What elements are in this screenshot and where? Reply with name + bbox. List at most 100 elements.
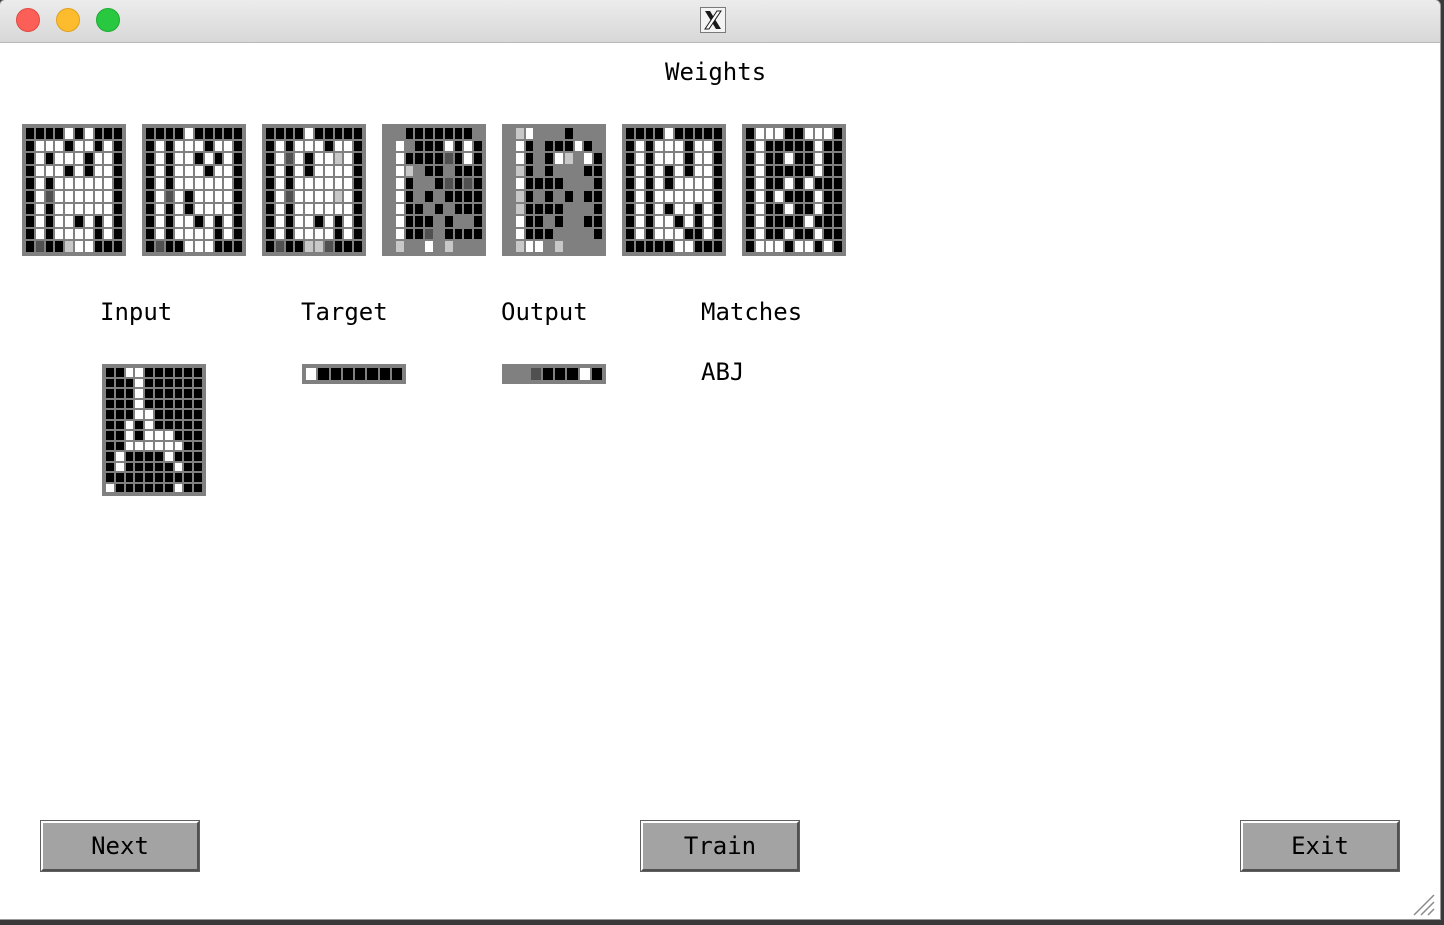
weight-cell [305, 165, 313, 177]
weight-cell [175, 216, 184, 227]
weight-cell [204, 140, 213, 152]
weight-cell [224, 216, 233, 227]
resize-grip-icon[interactable] [1410, 891, 1436, 917]
zoom-window-button[interactable] [96, 8, 120, 32]
weight-cell [405, 153, 414, 164]
input-cell [145, 410, 153, 419]
weight-cell [435, 241, 443, 252]
weight-cell [315, 241, 323, 252]
weight-cell [285, 140, 294, 152]
weight-cell [824, 216, 833, 227]
input-cell [184, 420, 193, 429]
weight-cell [704, 216, 713, 227]
weight-cell [285, 128, 294, 139]
exit-button[interactable]: Exit [1240, 820, 1400, 872]
weight-cell [775, 203, 784, 215]
weight-cell [234, 241, 242, 252]
weight-cell [405, 203, 414, 215]
input-cell [164, 483, 173, 492]
weight-cell [626, 153, 634, 164]
input-cell [194, 378, 202, 387]
weight-cell [584, 241, 593, 252]
weight-cell [234, 140, 242, 152]
weight-cell [214, 241, 223, 252]
weight-cell [474, 203, 482, 215]
input-cell [164, 410, 173, 419]
weight-cell [535, 165, 544, 177]
weight-cell [626, 191, 634, 202]
weight-cell [444, 153, 453, 164]
input-cell [135, 399, 144, 408]
weight-cell [35, 140, 44, 152]
weight-cell [55, 140, 64, 152]
train-button[interactable]: Train [640, 820, 800, 872]
weight-cell [746, 128, 754, 139]
weight-cell [354, 165, 362, 177]
weight-cell [405, 178, 414, 189]
weight-cell [185, 241, 193, 252]
weight-cell [204, 178, 213, 189]
weight-cell [785, 165, 793, 177]
weight-cell [344, 216, 353, 227]
minimize-window-button[interactable] [56, 8, 80, 32]
weight-cell [545, 203, 553, 215]
input-cell [125, 452, 134, 461]
weight-cell [775, 153, 784, 164]
weight-cell [175, 140, 184, 152]
weight-cell [474, 165, 482, 177]
weight-cell [824, 203, 833, 215]
close-window-button[interactable] [16, 8, 40, 32]
weight-cell [275, 165, 284, 177]
x11-icon [700, 7, 726, 33]
weight-cell [395, 203, 404, 215]
weight-cell [574, 216, 583, 227]
weight-cell [165, 216, 174, 227]
weight-cell [804, 153, 813, 164]
weight-cell [525, 203, 534, 215]
input-cell [184, 410, 193, 419]
input-cell [164, 452, 173, 461]
weight-cell [175, 153, 184, 164]
weight-cell [454, 203, 463, 215]
weight-cell [804, 216, 813, 227]
weight-cell [65, 178, 73, 189]
weight-cell [814, 241, 823, 252]
input-cell [135, 462, 144, 471]
weight-cell [35, 128, 44, 139]
weight-cell [104, 203, 113, 215]
weight-cell [104, 153, 113, 164]
weight-cell [525, 165, 534, 177]
weight-cell [645, 140, 654, 152]
weight-cell [545, 191, 553, 202]
weight-cell [224, 241, 233, 252]
weight-cell [804, 203, 813, 215]
weight-cell [55, 178, 64, 189]
weight-cell [765, 178, 774, 189]
weight-cell [574, 165, 583, 177]
weight-cell [535, 178, 544, 189]
input-cell [194, 462, 202, 471]
input-cell [174, 399, 183, 408]
weight-cell [564, 191, 573, 202]
weight-cell [804, 165, 813, 177]
weight-cell [165, 140, 174, 152]
weight-cell [65, 153, 73, 164]
weight-cell [675, 165, 683, 177]
input-cell [115, 410, 124, 419]
weight-cell [594, 128, 602, 139]
weight-cell [295, 153, 304, 164]
weight-cell [464, 228, 473, 240]
weight-cell [535, 241, 544, 252]
next-button[interactable]: Next [40, 820, 200, 872]
weight-cell [146, 128, 154, 139]
input-cell [145, 368, 153, 377]
weight-cell [195, 165, 203, 177]
weight-cell [275, 153, 284, 164]
input-cell [135, 368, 144, 377]
weight-cell [675, 191, 683, 202]
weight-cell [415, 216, 424, 227]
weight-cell [795, 140, 803, 152]
weight-cell [804, 128, 813, 139]
weight-cell [545, 241, 553, 252]
input-cell [184, 483, 193, 492]
